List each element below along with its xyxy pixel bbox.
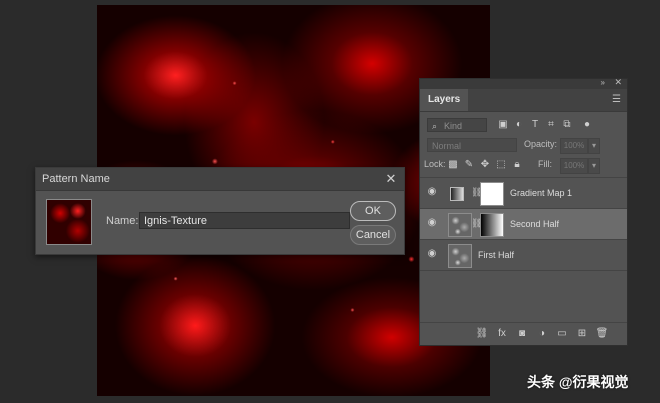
pattern-name-input[interactable] xyxy=(139,212,350,229)
ok-button[interactable]: OK xyxy=(350,201,396,221)
close-icon[interactable]: ✕ xyxy=(384,171,398,187)
chevron-down-icon[interactable]: ▾ xyxy=(588,138,600,154)
fill-field[interactable]: 100% xyxy=(560,158,588,174)
smart-object-filter-icon[interactable]: ⧉ xyxy=(560,118,574,132)
fill-label: Fill: xyxy=(538,159,552,169)
blend-row: Normal Opacity: 100% ▾ xyxy=(424,135,623,155)
layers-bottom-toolbar: ⛓︎ fx ◙ ◑ ▭ ⊞ 🗑︎ xyxy=(420,322,627,345)
layer-name[interactable]: Second Half xyxy=(510,219,559,229)
new-group-icon[interactable]: ▭ xyxy=(555,327,569,341)
new-layer-icon[interactable]: ⊞ xyxy=(575,327,589,341)
tab-layers[interactable]: Layers xyxy=(420,89,469,111)
add-mask-icon[interactable]: ◙ xyxy=(515,327,529,341)
panel-menu-icon[interactable]: ☰ xyxy=(612,94,621,105)
layer-name[interactable]: First Half xyxy=(478,250,514,260)
chevron-down-icon[interactable]: ▾ xyxy=(588,158,600,174)
adjustment-layer-icon xyxy=(450,187,464,201)
cancel-button[interactable]: Cancel xyxy=(350,225,396,245)
search-icon: ⌕ xyxy=(432,121,438,131)
adjustment-filter-icon[interactable]: ◐ xyxy=(512,118,526,132)
type-filter-icon[interactable]: T xyxy=(528,118,542,132)
filter-kind-select[interactable]: ⌕ Kind xyxy=(427,118,487,132)
panel-tab-row: Layers ☰ xyxy=(420,89,627,112)
collapse-icon[interactable]: » xyxy=(601,78,605,87)
watermark: 头条 @衍果视觉 xyxy=(527,374,629,390)
layer-mask-thumbnail[interactable] xyxy=(480,213,504,237)
visibility-eye-icon[interactable]: ◉ xyxy=(426,217,438,229)
lock-all-icon[interactable]: 🔒︎ xyxy=(510,158,524,172)
layer-row-gradient-map[interactable]: ◉ ⛓︎ Gradient Map 1 xyxy=(420,178,627,209)
smart-object-thumbnail[interactable] xyxy=(448,213,472,237)
link-layers-icon[interactable]: ⛓︎ xyxy=(475,327,489,341)
lock-row: Lock: ▩ ✎ ✥ ⬚ 🔒︎ Fill: 100% ▾ xyxy=(424,155,623,175)
pixel-filter-icon[interactable]: ▣ xyxy=(496,118,510,132)
name-label: Name: xyxy=(106,215,139,227)
panel-top-strip: » ✕ xyxy=(420,77,627,89)
pattern-name-dialog: Pattern Name ✕ Name: OK Cancel xyxy=(35,167,405,255)
layer-row-first-half[interactable]: ◉ First Half xyxy=(420,240,627,271)
filter-kind-label: Kind xyxy=(444,121,463,131)
layer-name[interactable]: Gradient Map 1 xyxy=(510,188,572,198)
visibility-eye-icon[interactable]: ◉ xyxy=(426,186,438,198)
filter-row: ⌕ Kind ▣ ◐ T ⌗ ⧉ ● xyxy=(424,115,623,135)
visibility-eye-icon[interactable]: ◉ xyxy=(426,248,438,260)
lock-transparent-icon[interactable]: ▩ xyxy=(446,158,460,172)
fx-icon[interactable]: fx xyxy=(495,327,509,341)
lock-image-icon[interactable]: ✎ xyxy=(462,158,476,172)
shape-filter-icon[interactable]: ⌗ xyxy=(544,118,558,132)
lock-label: Lock: xyxy=(424,159,446,169)
dialog-title: Pattern Name xyxy=(42,173,110,185)
dialog-titlebar[interactable]: Pattern Name ✕ xyxy=(36,168,404,191)
blend-mode-select[interactable]: Normal xyxy=(427,138,517,152)
panel-close-icon[interactable]: ✕ xyxy=(614,77,622,88)
adjustment-layer-icon[interactable]: ◑ xyxy=(535,327,549,341)
filter-toggle-icon[interactable]: ● xyxy=(580,118,594,132)
layers-panel: » ✕ Layers ☰ ⌕ Kind ▣ ◐ T ⌗ ⧉ ● Normal O… xyxy=(419,77,628,346)
opacity-field[interactable]: 100% xyxy=(560,138,588,154)
trash-icon[interactable]: 🗑︎ xyxy=(595,327,609,341)
layer-row-second-half[interactable]: ◉ ⛓︎ Second Half xyxy=(420,209,627,240)
lock-artboard-icon[interactable]: ⬚ xyxy=(494,158,508,172)
lock-position-icon[interactable]: ✥ xyxy=(478,158,492,172)
opacity-label: Opacity: xyxy=(524,139,558,149)
pattern-preview-thumbnail xyxy=(46,199,92,245)
layer-mask-thumbnail[interactable] xyxy=(480,182,504,206)
smart-object-thumbnail[interactable] xyxy=(448,244,472,268)
